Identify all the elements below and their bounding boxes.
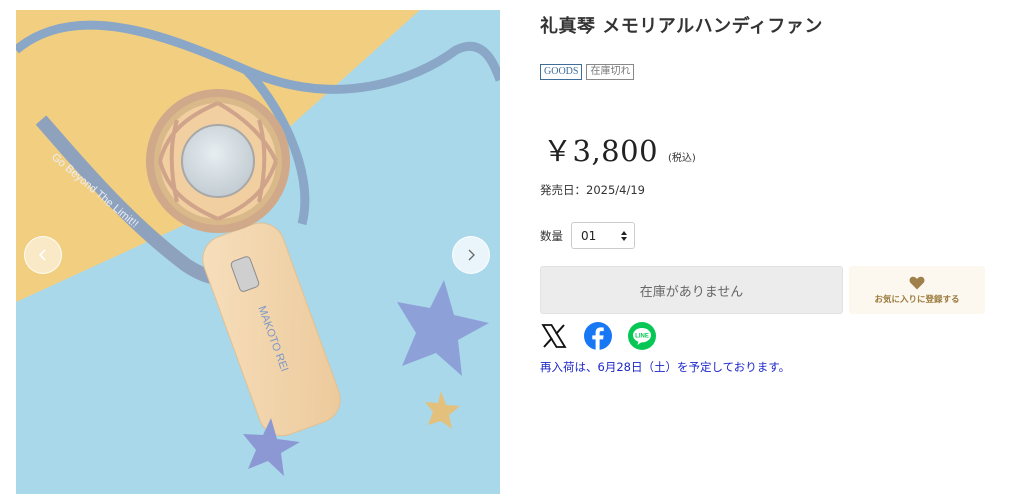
quantity-label: 数量 bbox=[540, 228, 563, 243]
product-gallery: Go Beyond The Limit!! MAKOTO REI bbox=[16, 10, 500, 494]
share-links: LINE bbox=[540, 322, 656, 350]
out-of-stock-button[interactable]: 在庫がありません bbox=[540, 266, 843, 314]
share-facebook-button[interactable] bbox=[584, 322, 612, 350]
svg-text:LINE: LINE bbox=[635, 334, 649, 340]
tax-note: (税込) bbox=[668, 153, 696, 164]
facebook-icon bbox=[584, 322, 612, 350]
quantity-row: 数量 01 bbox=[540, 222, 635, 249]
category-tag[interactable]: GOODS bbox=[540, 64, 583, 80]
favorite-label: お気に入りに登録する bbox=[874, 294, 960, 305]
product-title: 礼真琴 メモリアルハンディファン bbox=[540, 16, 823, 37]
chevron-left-icon bbox=[38, 249, 46, 261]
product-photo: Go Beyond The Limit!! MAKOTO REI bbox=[16, 10, 500, 494]
gallery-prev-button[interactable] bbox=[24, 236, 62, 274]
add-to-favorites-button[interactable]: お気に入りに登録する bbox=[849, 266, 985, 314]
restock-notice: 再入荷は、6月28日（土）を予定しております。 bbox=[540, 360, 791, 374]
product-tags: GOODS 在庫切れ bbox=[540, 64, 635, 80]
select-caret-icon bbox=[621, 230, 627, 241]
release-date: 発売日：2025/4/19 bbox=[540, 183, 645, 197]
quantity-value: 01 bbox=[581, 228, 597, 243]
share-x-button[interactable] bbox=[540, 322, 568, 350]
line-icon: LINE bbox=[628, 322, 656, 350]
share-line-button[interactable]: LINE bbox=[628, 322, 656, 350]
gallery-next-button[interactable] bbox=[452, 236, 490, 274]
stock-status-tag: 在庫切れ bbox=[586, 64, 635, 80]
quantity-select[interactable]: 01 bbox=[571, 222, 635, 249]
price-row: ￥3,800 (税込) bbox=[543, 128, 696, 170]
chevron-right-icon bbox=[468, 249, 475, 261]
x-icon bbox=[541, 324, 567, 348]
product-price: ￥3,800 bbox=[543, 134, 659, 168]
heart-icon bbox=[909, 276, 925, 289]
